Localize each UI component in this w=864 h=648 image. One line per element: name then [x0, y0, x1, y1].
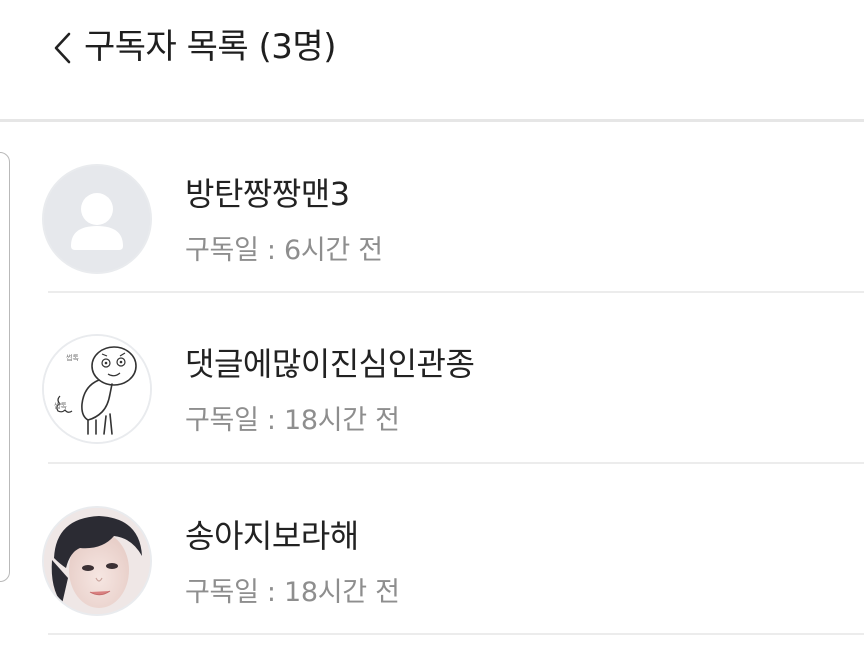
page-title: 구독자 목록 (3명): [84, 27, 336, 67]
subscriber-name: 방탄짱짱맨3: [185, 175, 350, 213]
subscriber-name: 댓글에많이진심인관종: [185, 345, 475, 383]
row-divider: [48, 633, 864, 635]
default-user-icon: [44, 166, 150, 272]
subscriber-row[interactable]: 방탄짱짱맨3 구독일 : 6시간 전: [0, 122, 864, 293]
subscribe-date: 구독일 : 18시간 전: [185, 405, 400, 436]
subscriber-list: 방탄짱짱맨3 구독일 : 6시간 전 썹톡 썹톡 댓글에많이진심인관종 구독일 …: [0, 122, 864, 635]
subscriber-name: 송아지보라해: [185, 517, 359, 555]
back-button[interactable]: [42, 26, 82, 70]
subscriber-list-screen: 구독자 목록 (3명) 방탄짱짱맨3 구독일 : 6시간 전 썹톡 썹톡 댓글에…: [0, 0, 864, 648]
subscriber-row[interactable]: 썹톡 썹톡 댓글에많이진심인관종 구독일 : 18시간 전: [0, 293, 864, 464]
cartoon-character-avatar: 썹톡 썹톡: [44, 336, 150, 442]
avatar[interactable]: 썹톡 썹톡: [42, 334, 152, 444]
svg-text:썹톡: 썹톡: [54, 401, 67, 410]
subscriber-row[interactable]: 송아지보라해 구독일 : 18시간 전: [0, 464, 864, 635]
profile-photo-avatar: [44, 508, 150, 614]
avatar[interactable]: [42, 506, 152, 616]
top-bar: 구독자 목록 (3명): [0, 0, 864, 120]
subscribe-date: 구독일 : 18시간 전: [185, 577, 400, 608]
subscribe-date: 구독일 : 6시간 전: [185, 235, 383, 266]
avatar[interactable]: [42, 164, 152, 274]
chevron-left-icon: [54, 32, 71, 64]
svg-text:썹톡: 썹톡: [66, 353, 79, 362]
